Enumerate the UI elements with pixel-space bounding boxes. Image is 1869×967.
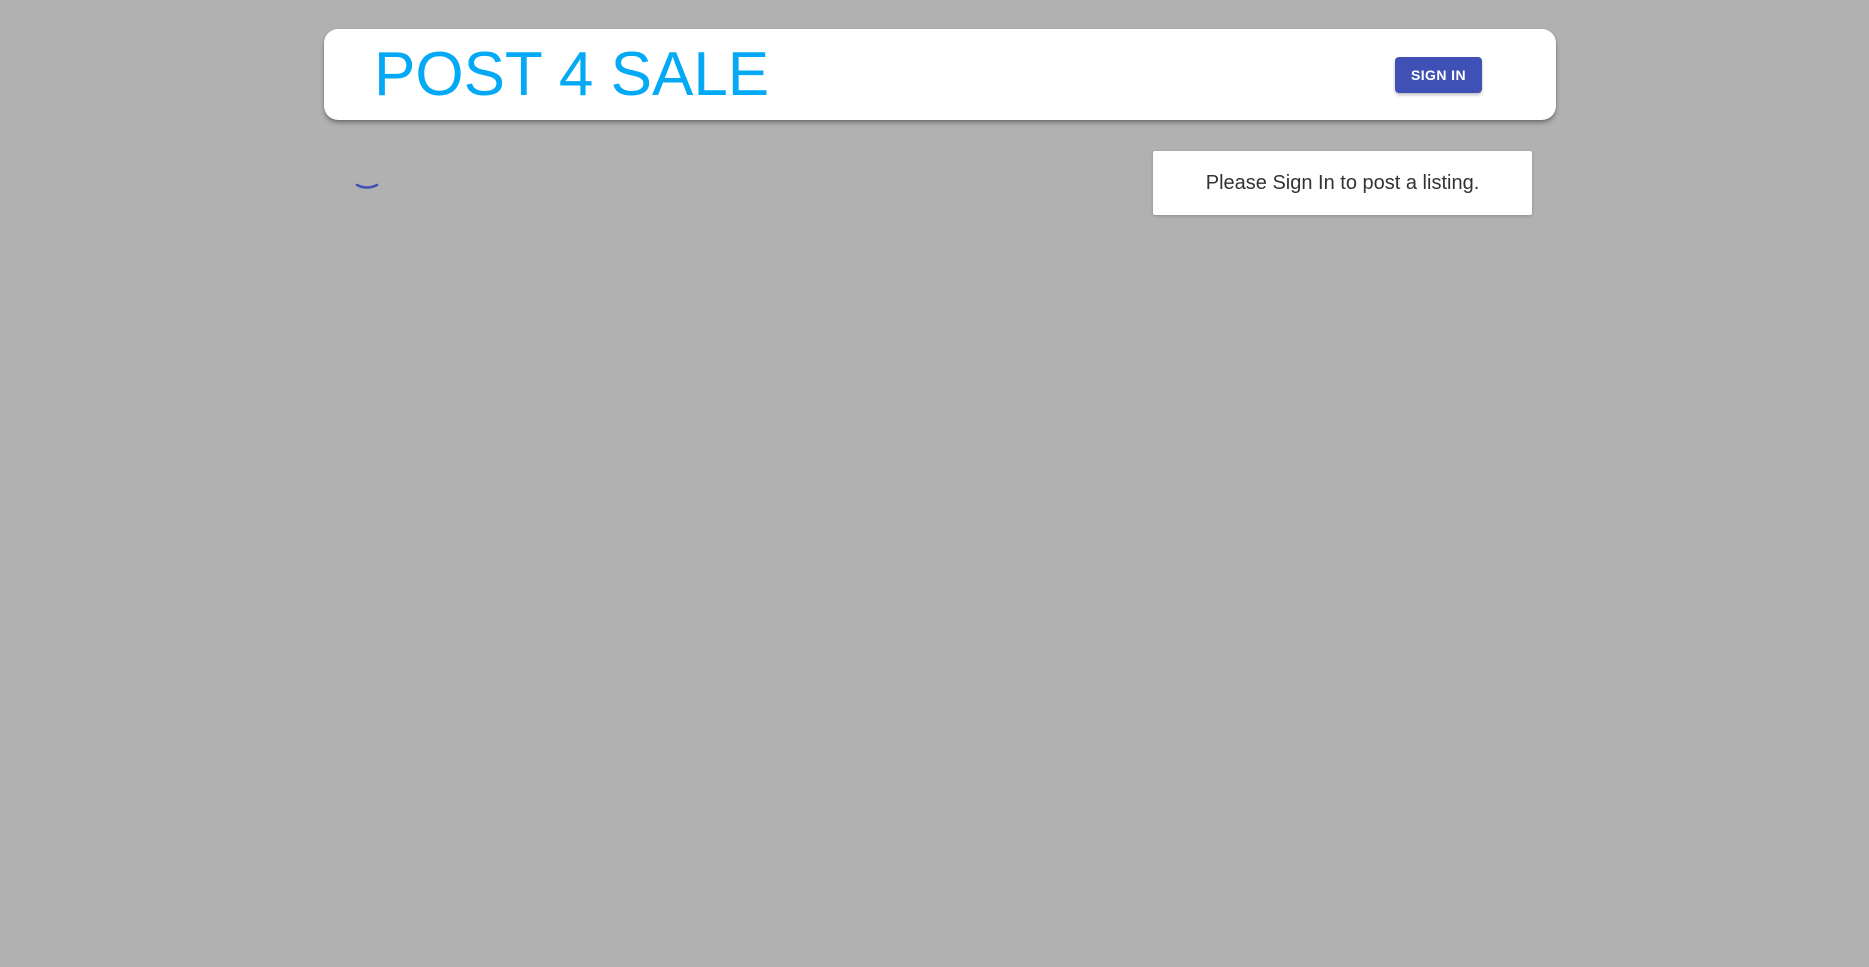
sign-in-notice: Please Sign In to post a listing. — [1153, 151, 1532, 215]
app-header: POST 4 SALE SIGN IN — [324, 29, 1556, 120]
notice-text: Please Sign In to post a listing. — [1205, 171, 1480, 194]
sign-in-button[interactable]: SIGN IN — [1395, 57, 1482, 93]
loading-spinner-icon — [354, 168, 380, 194]
brand-title: POST 4 SALE — [374, 40, 770, 109]
